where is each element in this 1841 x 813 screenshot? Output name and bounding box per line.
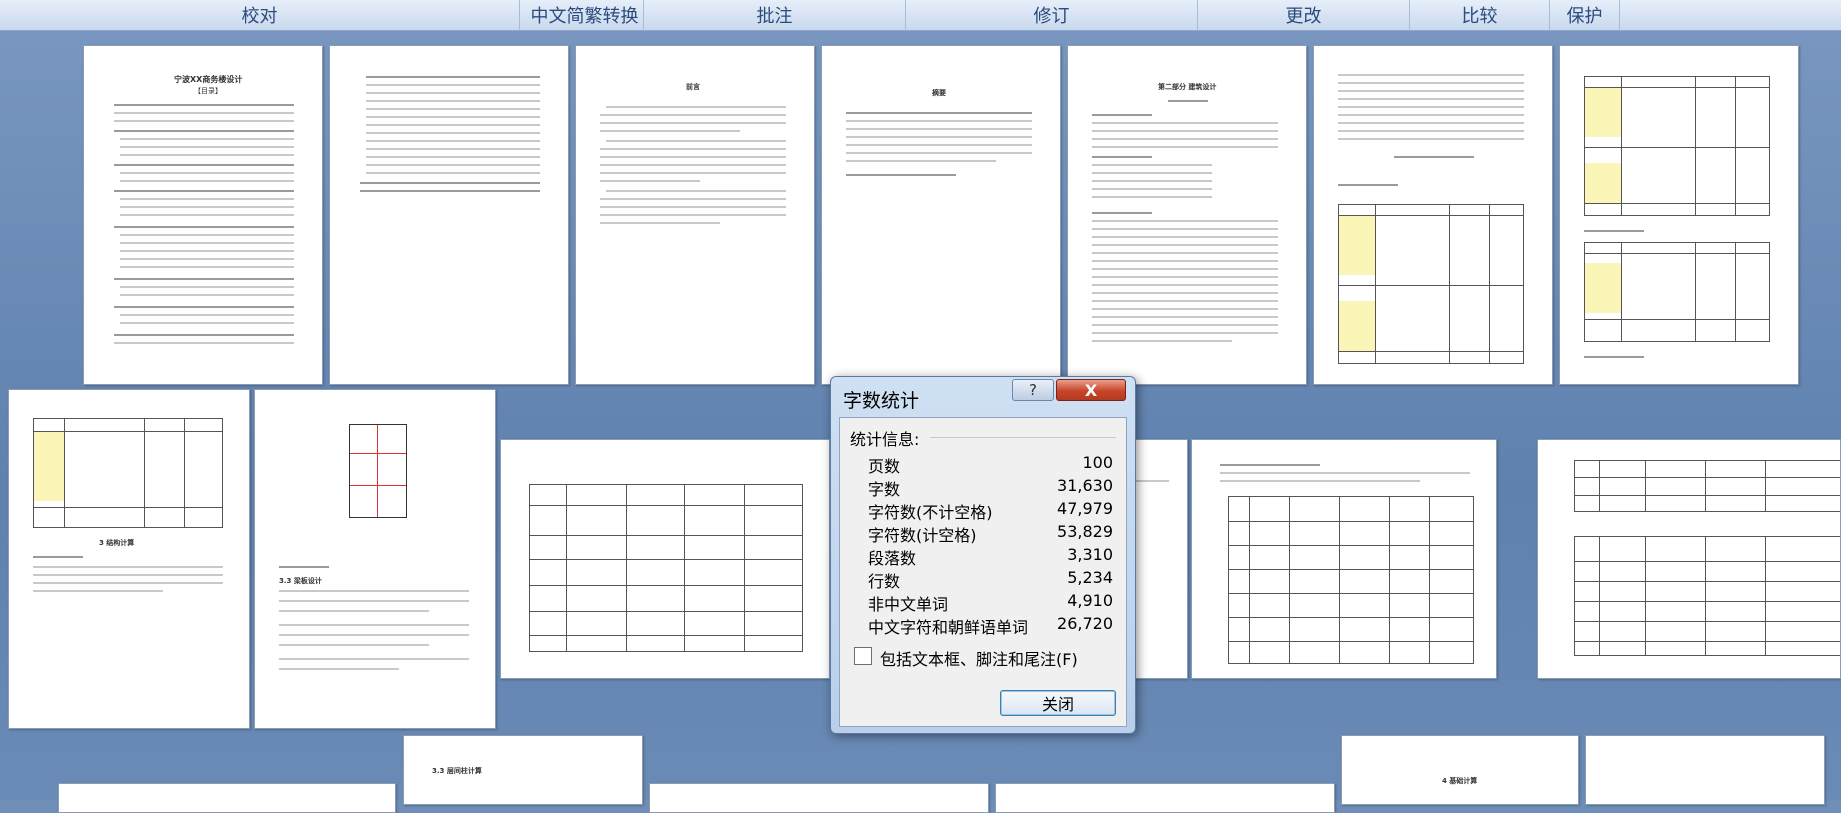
close-x-button[interactable]: X [1056, 379, 1126, 401]
word-count-dialog: 字数统计 ? X 统计信息: 页数 100 字数 31,630 字符数(不计空格… [830, 376, 1136, 734]
stat-row-non-chinese-words: 非中文单词 4,910 [868, 591, 1118, 614]
page-thumbnail[interactable] [995, 783, 1335, 813]
foundation-section-title: 4 基础计算 [1442, 777, 1478, 785]
stat-label: 非中文单词 [868, 595, 949, 614]
calc-section-title: 3 结构计算 [99, 539, 135, 547]
stat-row-paragraphs: 段落数 3,310 [868, 545, 1118, 568]
include-textboxes-checkbox[interactable] [854, 647, 872, 665]
tab-compare[interactable]: 比较 [1410, 0, 1550, 30]
help-button[interactable]: ? [1012, 379, 1054, 401]
ribbon-tab-bar: 校对 中文简繁转换 批注 修订 更改 比较 保护 [0, 0, 1841, 31]
include-textboxes-label[interactable]: 包括文本框、脚注和尾注(F) [880, 646, 1078, 670]
page-thumbnail[interactable]: 4 基础计算 [1341, 735, 1579, 805]
stat-value: 31,630 [1057, 476, 1113, 495]
page-thumbnail[interactable] [1313, 45, 1553, 385]
page-thumbnail[interactable]: 第二部分 建筑设计 [1067, 45, 1307, 385]
page-thumbnail[interactable] [1585, 735, 1825, 805]
stat-label: 行数 [868, 572, 901, 591]
stat-label: 字数 [868, 480, 901, 499]
page-thumbnail[interactable]: 宁波XX商务楼设计 【目录】 [83, 45, 323, 385]
toc-subtitle: 【目录】 [194, 87, 222, 95]
stat-label: 字符数(计空格) [868, 526, 977, 545]
floor-plan-drawing [349, 424, 407, 518]
page-thumbnail[interactable]: 前言 [575, 45, 815, 385]
page-thumbnail[interactable] [329, 45, 569, 385]
stat-label: 页数 [868, 457, 901, 476]
page-thumbnail[interactable] [500, 439, 830, 679]
close-button[interactable]: 关闭 [1000, 690, 1116, 716]
stat-label: 段落数 [868, 549, 917, 568]
tab-protect[interactable]: 保护 [1550, 0, 1620, 30]
dialog-body: 统计信息: 页数 100 字数 31,630 字符数(不计空格) 47,979 … [839, 417, 1127, 727]
page-thumbnail[interactable] [58, 783, 396, 813]
frame-section-title: 3.3 层间柱计算 [432, 767, 482, 775]
foreword-title: 前言 [686, 83, 700, 91]
tab-tracking[interactable]: 修订 [906, 0, 1198, 30]
part2-title: 第二部分 建筑设计 [1158, 83, 1217, 91]
help-icon: ? [1029, 381, 1037, 399]
stat-value: 5,234 [1067, 568, 1113, 587]
stat-row-cjk-chars: 中文字符和朝鲜语单词 26,720 [868, 614, 1118, 637]
stat-row-chars-with-spaces: 字符数(计空格) 53,829 [868, 522, 1118, 545]
stat-value: 53,829 [1057, 522, 1113, 541]
stat-value: 100 [1082, 453, 1113, 472]
page-thumbnail[interactable] [1191, 439, 1497, 679]
stat-value: 3,310 [1067, 545, 1113, 564]
abstract-title: 摘要 [932, 89, 946, 97]
tab-chinese-conversion[interactable]: 中文简繁转换 [526, 0, 644, 30]
stat-row-words: 字数 31,630 [868, 476, 1118, 499]
stat-row-lines: 行数 5,234 [868, 568, 1118, 591]
section-divider [930, 437, 1116, 438]
stat-value: 47,979 [1057, 499, 1113, 518]
tab-changes[interactable]: 更改 [1198, 0, 1410, 30]
page-thumbnail[interactable]: 3.3 层间柱计算 [403, 735, 643, 805]
close-button-label: 关闭 [1041, 695, 1074, 714]
dialog-title: 字数统计 [843, 390, 920, 412]
stat-value: 26,720 [1057, 614, 1113, 633]
stat-row-pages: 页数 100 [868, 453, 1118, 476]
page-thumbnail[interactable] [649, 783, 989, 813]
section-label: 统计信息: [850, 430, 920, 449]
stat-value: 4,910 [1067, 591, 1113, 610]
page-thumbnail[interactable]: 摘要 [821, 45, 1061, 385]
page-thumbnail[interactable] [1559, 45, 1799, 385]
tab-proofing[interactable]: 校对 [0, 0, 520, 30]
stat-label: 字符数(不计空格) [868, 503, 993, 522]
close-icon: X [1084, 380, 1098, 400]
page-thumbnail[interactable] [1537, 439, 1841, 679]
stat-label: 中文字符和朝鲜语单词 [868, 618, 1029, 637]
stat-row-chars-no-spaces: 字符数(不计空格) 47,979 [868, 499, 1118, 522]
page-thumbnail[interactable]: 3 结构计算 [8, 389, 250, 729]
tab-comments[interactable]: 批注 [644, 0, 906, 30]
toc-title: 宁波XX商务楼设计 [174, 75, 243, 84]
page-thumbnail[interactable]: 3.3 梁板设计 [254, 389, 496, 729]
grid-section-title: 3.3 梁板设计 [279, 577, 322, 585]
